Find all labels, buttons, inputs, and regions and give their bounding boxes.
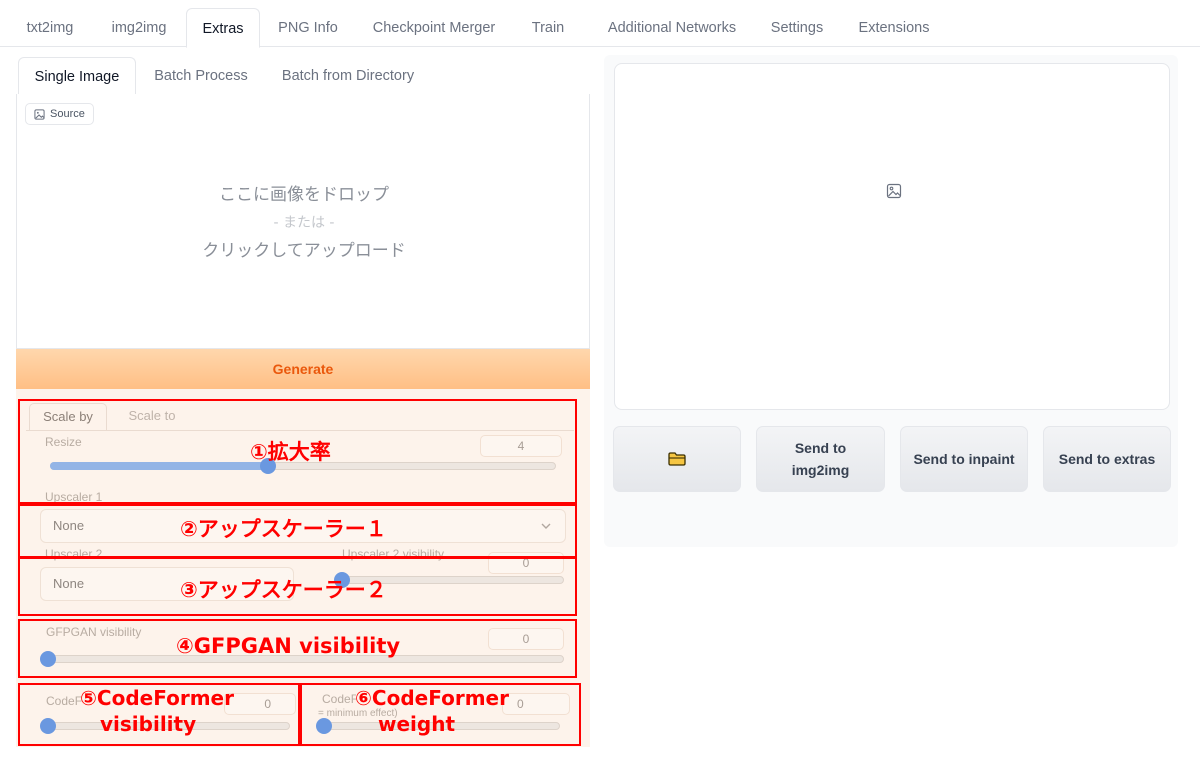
annotation-codeformer-weight-2: weight	[378, 712, 456, 736]
send-to-img2img-button[interactable]: Send to img2img	[756, 426, 885, 492]
drop-text-primary: ここに画像をドロップ	[219, 185, 389, 205]
annotation-upscaler2: ③アップスケーラー２	[180, 578, 387, 602]
image-dropzone[interactable]: Source ここに画像をドロップ - または - クリックしてアップロード	[16, 94, 590, 349]
image-icon	[34, 108, 45, 120]
image-placeholder-icon	[886, 183, 902, 199]
tab-img2img[interactable]: img2img	[95, 8, 183, 48]
annotation-scale: ①拡大率	[250, 440, 331, 464]
tab-png-info[interactable]: PNG Info	[266, 8, 350, 48]
tab-train[interactable]: Train	[520, 8, 576, 48]
annotation-codeformer-weight-1: ⑥CodeFormer	[355, 686, 509, 710]
tab-extensions[interactable]: Extensions	[848, 8, 940, 48]
open-folder-button[interactable]	[613, 426, 741, 492]
annotation-upscaler1: ②アップスケーラー１	[180, 517, 387, 541]
output-image-area	[614, 63, 1170, 410]
input-panel: Single Image Batch Process Batch from Di…	[16, 55, 590, 389]
source-text: Source	[50, 108, 85, 120]
annotation-codeformer-visibility-1: ⑤CodeFormer	[80, 686, 234, 710]
send-to-inpaint-button[interactable]: Send to inpaint	[900, 426, 1028, 492]
tab-single-image[interactable]: Single Image	[18, 57, 136, 96]
drop-text-upload: クリックしてアップロード	[202, 241, 406, 261]
top-tab-bar: txt2img img2img Extras PNG Info Checkpoi…	[0, 0, 1200, 48]
send-to-extras-button[interactable]: Send to extras	[1043, 426, 1171, 492]
tab-additional-networks[interactable]: Additional Networks	[590, 8, 754, 48]
drop-text-or: - または -	[273, 215, 335, 231]
folder-icon	[668, 452, 686, 466]
annotation-codeformer-visibility-2: visibility	[100, 712, 197, 736]
tab-batch-from-directory[interactable]: Batch from Directory	[268, 57, 428, 96]
sub-tab-bar: Single Image Batch Process Batch from Di…	[16, 55, 590, 96]
tab-checkpoint-merger[interactable]: Checkpoint Merger	[358, 8, 510, 48]
tab-batch-process[interactable]: Batch Process	[142, 57, 260, 96]
tab-extras[interactable]: Extras	[186, 8, 260, 48]
tab-txt2img[interactable]: txt2img	[15, 8, 85, 48]
generate-button[interactable]: Generate	[16, 349, 590, 389]
annotation-gfpgan: ④GFPGAN visibility	[176, 634, 401, 658]
source-label: Source	[25, 103, 94, 125]
tab-settings[interactable]: Settings	[762, 8, 832, 48]
